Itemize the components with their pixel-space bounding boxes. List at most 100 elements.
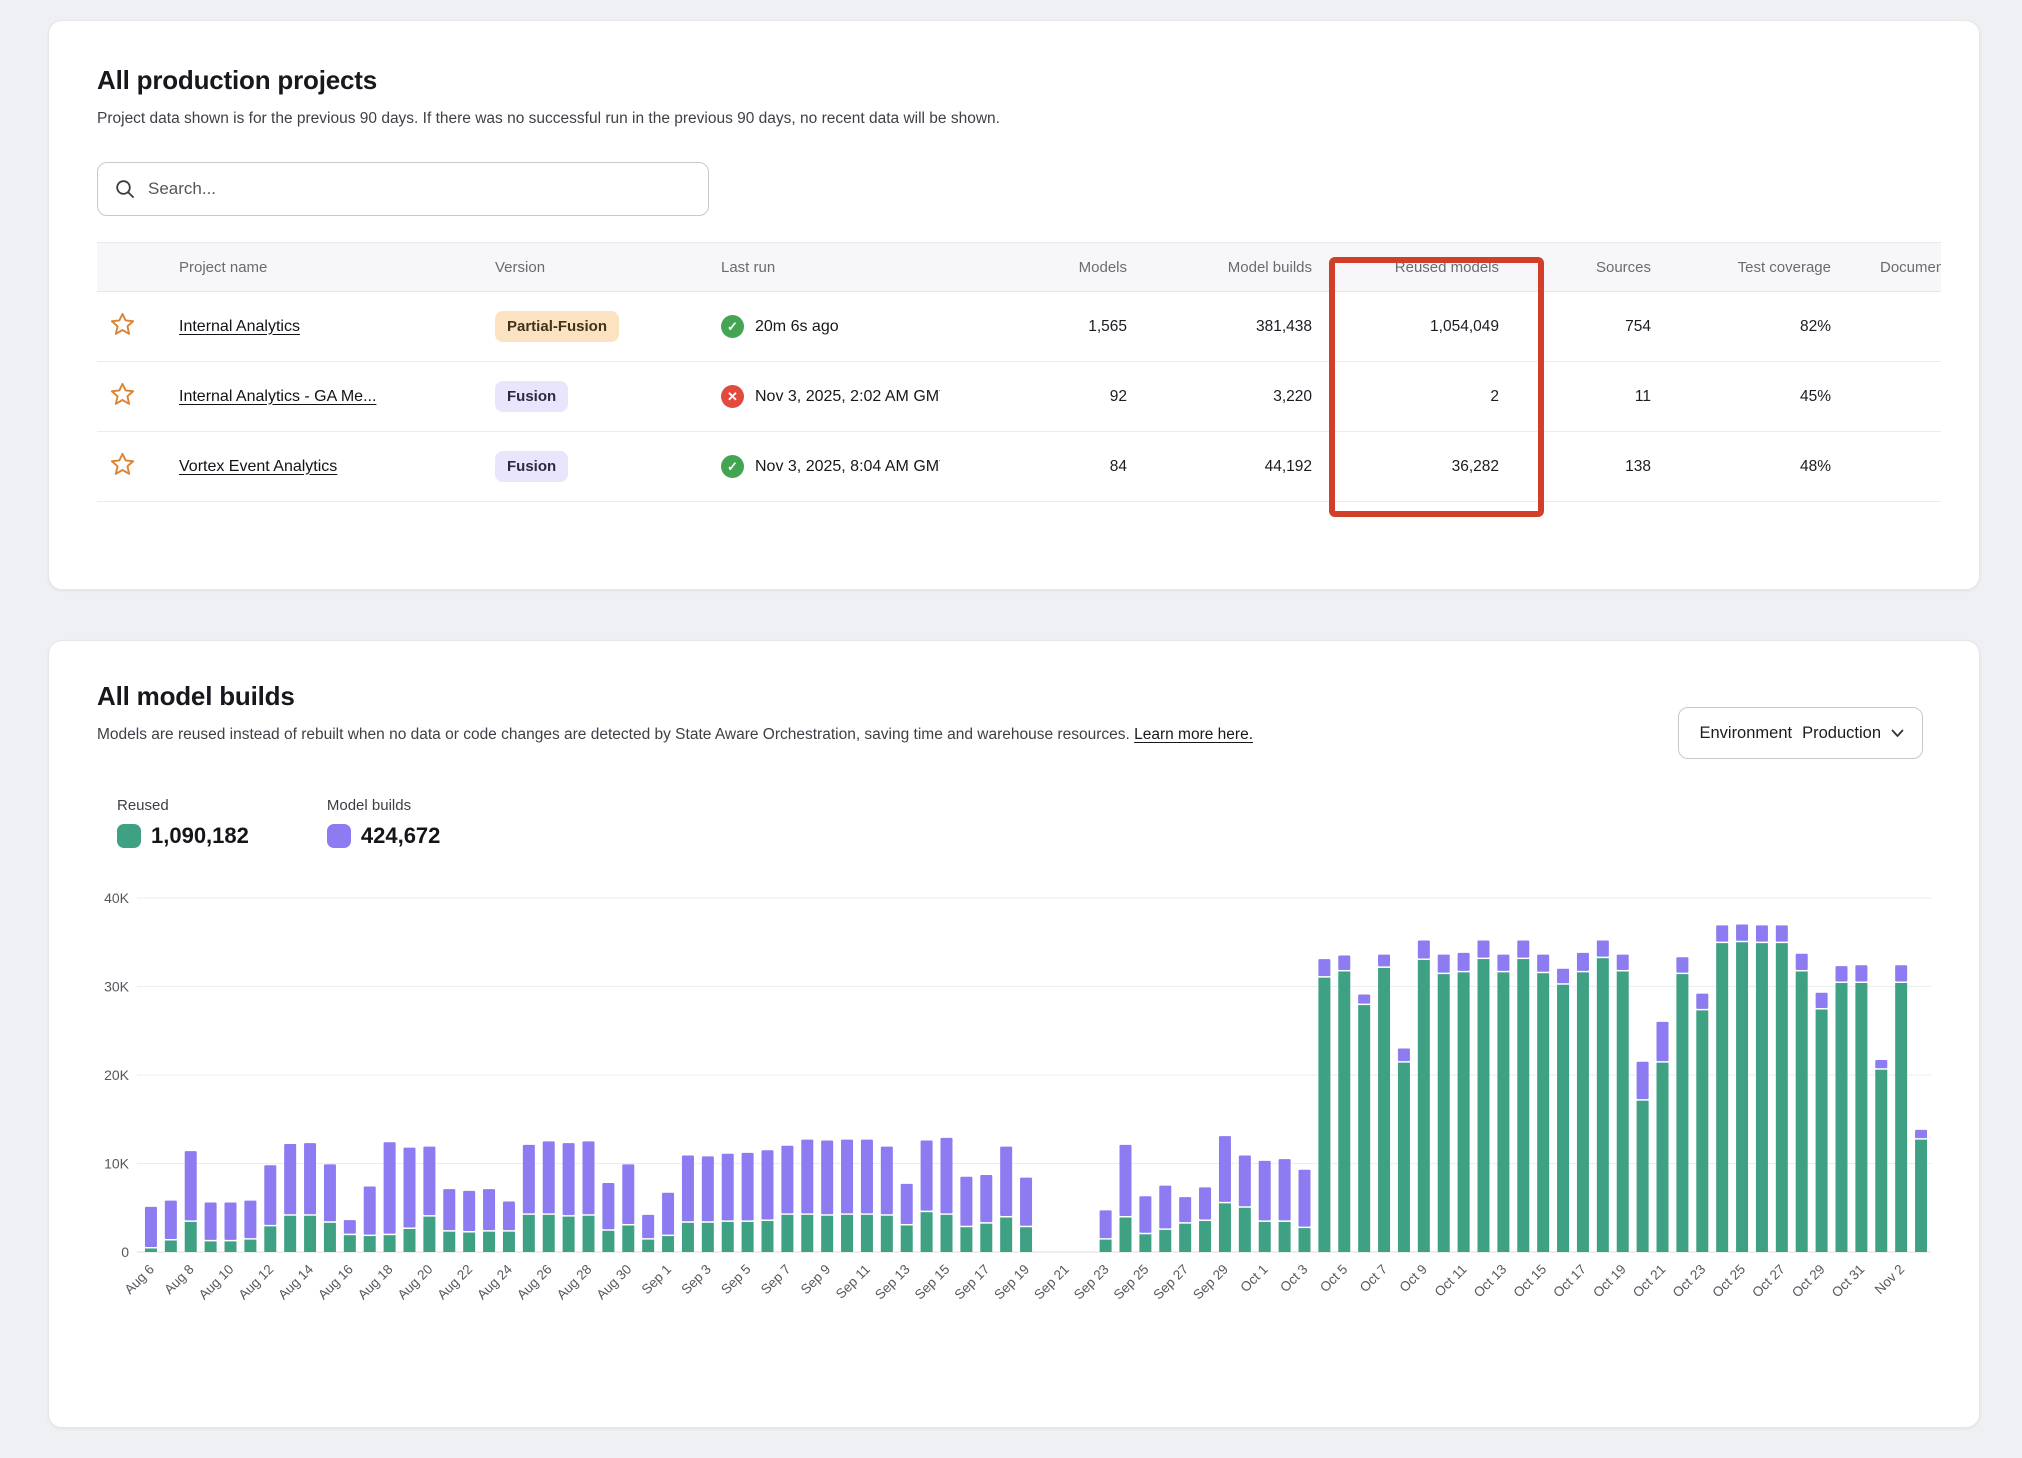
bar-group[interactable]	[642, 1215, 654, 1252]
bar-group[interactable]	[264, 1165, 276, 1252]
bar-reused[interactable]	[762, 1221, 774, 1252]
favorite-star-button[interactable]	[109, 381, 136, 408]
bar-model-builds[interactable]	[960, 1177, 972, 1226]
bar-group[interactable]	[165, 1201, 177, 1252]
bar-reused[interactable]	[1398, 1063, 1410, 1252]
bar-model-builds[interactable]	[1597, 940, 1609, 956]
bar-reused[interactable]	[960, 1227, 972, 1252]
bar-group[interactable]	[1199, 1187, 1211, 1252]
bar-group[interactable]	[702, 1156, 714, 1252]
bar-group[interactable]	[543, 1141, 555, 1252]
bar-reused[interactable]	[304, 1216, 316, 1252]
bar-model-builds[interactable]	[523, 1145, 535, 1213]
bar-group[interactable]	[1159, 1186, 1171, 1252]
bar-model-builds[interactable]	[781, 1146, 793, 1214]
bar-model-builds[interactable]	[384, 1142, 396, 1233]
search-input[interactable]	[148, 179, 692, 199]
bar-reused[interactable]	[543, 1215, 555, 1252]
bar-model-builds[interactable]	[722, 1154, 734, 1221]
bar-model-builds[interactable]	[145, 1207, 157, 1247]
bar-model-builds[interactable]	[1358, 994, 1370, 1003]
bar-reused[interactable]	[1577, 972, 1589, 1252]
bar-group[interactable]	[404, 1148, 416, 1252]
bar-group[interactable]	[622, 1164, 634, 1252]
bar-group[interactable]	[563, 1143, 575, 1252]
bar-group[interactable]	[801, 1140, 813, 1252]
bar-group[interactable]	[1418, 940, 1430, 1252]
bar-reused[interactable]	[980, 1224, 992, 1252]
bar-group[interactable]	[304, 1143, 316, 1252]
bar-reused[interactable]	[1239, 1208, 1251, 1252]
bar-model-builds[interactable]	[1378, 955, 1390, 967]
bar-group[interactable]	[1020, 1178, 1032, 1252]
bar-group[interactable]	[1895, 965, 1907, 1252]
bar-model-builds[interactable]	[165, 1201, 177, 1239]
bar-model-builds[interactable]	[1338, 956, 1350, 970]
bar-model-builds[interactable]	[344, 1220, 356, 1234]
bar-reused[interactable]	[324, 1223, 336, 1252]
bar-reused[interactable]	[1756, 943, 1768, 1252]
bar-reused[interactable]	[463, 1233, 475, 1252]
bar-model-builds[interactable]	[284, 1144, 296, 1214]
bar-model-builds[interactable]	[1855, 965, 1867, 981]
project-name-link[interactable]: Internal Analytics	[179, 318, 300, 335]
bar-reused[interactable]	[1597, 958, 1609, 1252]
bar-model-builds[interactable]	[1478, 940, 1490, 957]
bar-reused[interactable]	[1676, 974, 1688, 1252]
bar-reused[interactable]	[881, 1216, 893, 1252]
bar-group[interactable]	[1120, 1145, 1132, 1252]
bar-group[interactable]	[1318, 959, 1330, 1252]
bar-group[interactable]	[1557, 969, 1569, 1252]
bar-reused[interactable]	[583, 1216, 595, 1252]
bar-group[interactable]	[781, 1146, 793, 1252]
bar-reused[interactable]	[602, 1231, 614, 1252]
project-name-link[interactable]: Vortex Event Analytics	[179, 458, 337, 475]
bar-reused[interactable]	[1378, 968, 1390, 1252]
bar-reused[interactable]	[404, 1229, 416, 1252]
bar-model-builds[interactable]	[1577, 953, 1589, 971]
bar-reused[interactable]	[225, 1241, 237, 1252]
bar-group[interactable]	[205, 1202, 217, 1252]
bar-group[interactable]	[1816, 993, 1828, 1252]
bar-model-builds[interactable]	[1816, 993, 1828, 1008]
bar-model-builds[interactable]	[1637, 1062, 1649, 1099]
bar-model-builds[interactable]	[1000, 1147, 1012, 1216]
bar-model-builds[interactable]	[841, 1140, 853, 1214]
bar-group[interactable]	[662, 1193, 674, 1252]
bar-model-builds[interactable]	[205, 1202, 217, 1239]
bar-model-builds[interactable]	[1915, 1130, 1927, 1138]
bar-reused[interactable]	[1637, 1101, 1649, 1252]
bar-model-builds[interactable]	[304, 1143, 316, 1214]
bar-group[interactable]	[244, 1201, 256, 1252]
bar-model-builds[interactable]	[921, 1140, 933, 1210]
bar-group[interactable]	[1776, 925, 1788, 1252]
bar-group[interactable]	[1139, 1196, 1151, 1252]
bar-reused[interactable]	[921, 1212, 933, 1252]
bar-model-builds[interactable]	[861, 1140, 873, 1214]
bar-model-builds[interactable]	[1219, 1136, 1231, 1202]
bar-model-builds[interactable]	[1875, 1060, 1887, 1068]
bar-group[interactable]	[1358, 994, 1370, 1252]
bar-reused[interactable]	[1836, 983, 1848, 1252]
bar-group[interactable]	[1597, 940, 1609, 1252]
bar-reused[interactable]	[1179, 1224, 1191, 1252]
bar-group[interactable]	[443, 1189, 455, 1252]
bar-reused[interactable]	[1557, 985, 1569, 1252]
bar-reused[interactable]	[185, 1222, 197, 1252]
bar-group[interactable]	[1736, 925, 1748, 1252]
bar-group[interactable]	[762, 1150, 774, 1252]
bar-model-builds[interactable]	[583, 1141, 595, 1214]
bar-group[interactable]	[1796, 954, 1808, 1252]
bar-reused[interactable]	[344, 1235, 356, 1252]
bar-group[interactable]	[1338, 956, 1350, 1252]
bar-group[interactable]	[284, 1144, 296, 1252]
bar-group[interactable]	[1716, 925, 1728, 1252]
bar-reused[interactable]	[1318, 978, 1330, 1252]
bar-group[interactable]	[1438, 955, 1450, 1252]
bar-model-builds[interactable]	[1756, 925, 1768, 941]
bar-group[interactable]	[1756, 925, 1768, 1252]
bar-group[interactable]	[1855, 965, 1867, 1252]
bar-group[interactable]	[980, 1175, 992, 1252]
bar-model-builds[interactable]	[1836, 966, 1848, 981]
bar-model-builds[interactable]	[264, 1165, 276, 1225]
